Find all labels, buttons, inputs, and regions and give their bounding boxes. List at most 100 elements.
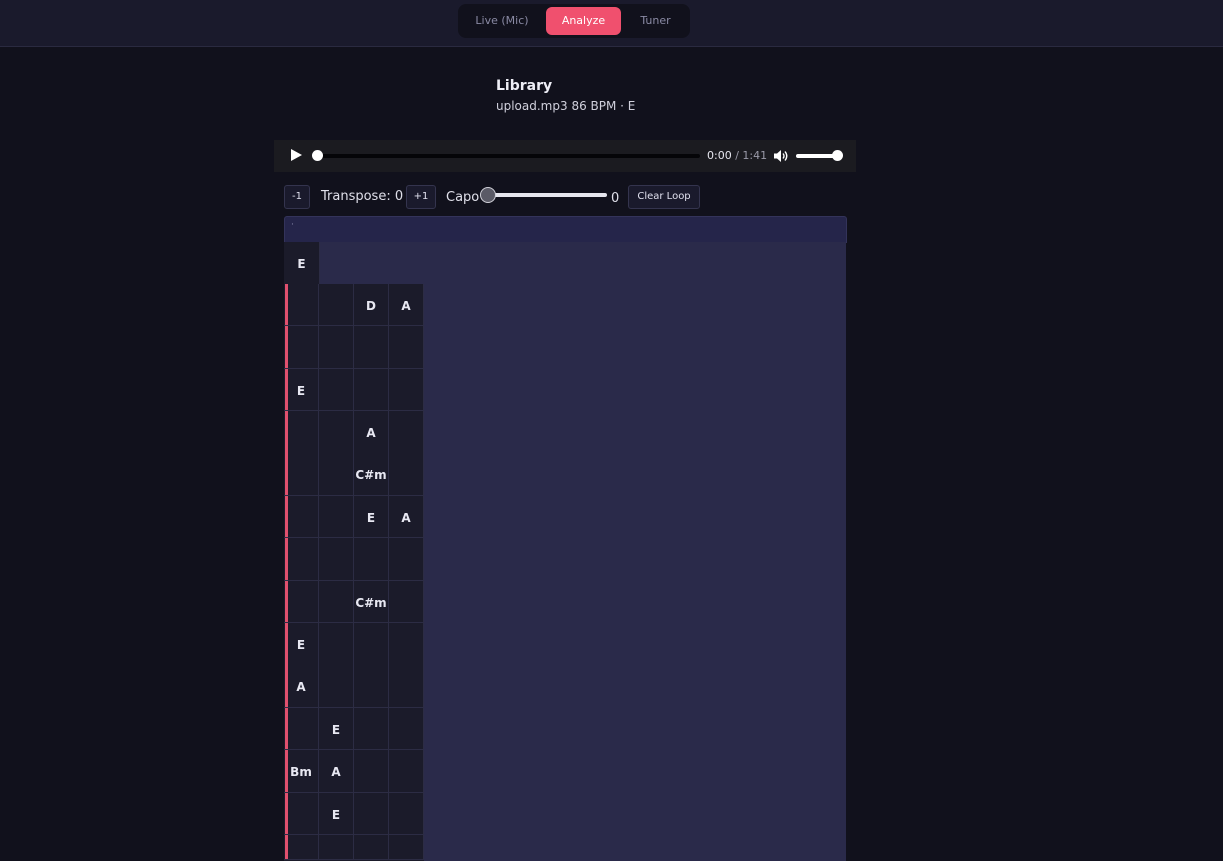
chord-cell[interactable]: E — [284, 242, 320, 284]
clear-loop-button[interactable]: Clear Loop — [628, 185, 700, 209]
chord-label: A — [401, 511, 411, 525]
chord-cell[interactable]: Bm — [284, 750, 319, 793]
chord-cell[interactable]: D — [354, 284, 389, 326]
chord-cell[interactable]: A — [389, 284, 424, 326]
chord-cell[interactable] — [389, 369, 424, 411]
chord-cell[interactable] — [319, 623, 354, 708]
chord-cell[interactable] — [284, 411, 319, 496]
transpose-up-button[interactable]: +1 — [406, 185, 436, 209]
chord-cell[interactable] — [389, 326, 424, 369]
track-meta: upload.mp3 86 BPM · E — [496, 99, 636, 113]
chord-cell[interactable] — [319, 496, 354, 538]
time-display: 0:00 / 1:41 — [707, 149, 767, 162]
chord-cell[interactable] — [319, 835, 354, 860]
loop-marker — [285, 581, 288, 622]
seek-knob[interactable] — [312, 150, 323, 161]
chord-label: E — [297, 257, 306, 271]
chord-cell[interactable] — [354, 623, 389, 708]
loop-marker — [285, 708, 288, 749]
chord-cell[interactable] — [284, 835, 319, 860]
chord-cell[interactable] — [354, 538, 389, 581]
chord-cell[interactable] — [284, 496, 319, 538]
transpose-down-button[interactable]: -1 — [284, 185, 310, 209]
mode-tabs: Live (Mic) Analyze Tuner — [458, 4, 690, 38]
top-bar: Live (Mic) Analyze Tuner — [0, 0, 1223, 47]
audio-player: 0:00 / 1:41 — [274, 140, 856, 172]
chord-label: C#m — [355, 468, 387, 482]
tab-tuner[interactable]: Tuner — [627, 7, 684, 35]
chord-label: D — [366, 299, 376, 313]
loop-marker — [285, 411, 288, 495]
chord-cell[interactable]: E — [354, 496, 389, 538]
chord-cell[interactable] — [284, 284, 319, 326]
chord-cell[interactable] — [284, 793, 319, 835]
chord-cell[interactable]: C#m — [354, 581, 389, 623]
sheet-header-text: · — [291, 220, 294, 230]
tab-live-mic[interactable]: Live (Mic) — [464, 7, 540, 35]
current-time: 0:00 — [707, 149, 732, 162]
chord-cell[interactable]: E — [319, 793, 354, 835]
chord-cell[interactable] — [319, 538, 354, 581]
chord-cell[interactable]: EA — [284, 623, 319, 708]
chord-grid: D A E A C#m E A C#m E A E Bm A E — [284, 284, 424, 861]
chord-cell[interactable] — [354, 708, 389, 750]
chord-cell[interactable] — [389, 750, 424, 793]
chord-label: A — [296, 680, 306, 694]
chord-cell[interactable] — [354, 369, 389, 411]
chord-cell[interactable] — [354, 793, 389, 835]
chord-cell[interactable] — [389, 623, 424, 708]
sheet-header: · — [284, 216, 847, 243]
capo-value: 0 — [611, 191, 620, 206]
chord-cell[interactable] — [284, 581, 319, 623]
chord-cell[interactable] — [319, 369, 354, 411]
chord-cell[interactable] — [389, 835, 424, 860]
capo-slider[interactable] — [487, 193, 607, 197]
chord-cell[interactable] — [354, 835, 389, 860]
seek-bar[interactable] — [316, 154, 700, 158]
chord-cell[interactable]: A — [319, 750, 354, 793]
chord-cell[interactable] — [389, 411, 424, 496]
time-separator: / — [735, 149, 739, 162]
chord-cell[interactable] — [319, 581, 354, 623]
chord-cell[interactable] — [389, 793, 424, 835]
chord-label: E — [296, 384, 306, 398]
chord-label: A — [401, 299, 411, 313]
volume-knob[interactable] — [832, 150, 843, 161]
loop-marker — [285, 538, 288, 580]
chord-cell[interactable] — [319, 284, 354, 326]
chord-cell[interactable] — [284, 708, 319, 750]
loop-marker — [285, 326, 288, 368]
loop-marker — [285, 835, 288, 859]
volume-icon[interactable] — [773, 149, 789, 163]
capo-knob[interactable] — [480, 187, 496, 203]
chord-label: E — [296, 638, 306, 652]
chord-cell[interactable] — [284, 326, 319, 369]
chord-cell[interactable]: A C#m — [354, 411, 389, 496]
chord-label: E — [366, 511, 376, 525]
chord-cell[interactable] — [389, 538, 424, 581]
chord-label: Bm — [290, 765, 312, 779]
loop-marker — [285, 496, 288, 537]
chord-label: C#m — [355, 596, 387, 610]
chord-label: A — [366, 426, 376, 440]
capo-label: Capo — [446, 190, 480, 205]
chord-cell[interactable] — [284, 538, 319, 581]
chord-cell[interactable]: E — [284, 369, 319, 411]
chord-cell[interactable]: A — [389, 496, 424, 538]
chord-label: A — [331, 765, 341, 779]
chord-label: E — [331, 808, 341, 822]
duration: 1:41 — [742, 149, 768, 162]
tab-analyze[interactable]: Analyze — [546, 7, 621, 35]
play-icon[interactable] — [291, 149, 302, 161]
chord-cell[interactable] — [354, 750, 389, 793]
library-title: Library — [496, 78, 553, 94]
loop-marker — [285, 369, 288, 410]
chord-cell[interactable] — [354, 326, 389, 369]
chord-cell[interactable] — [319, 411, 354, 496]
chord-cell[interactable]: E — [319, 708, 354, 750]
loop-marker — [285, 750, 288, 792]
chord-cell[interactable] — [389, 708, 424, 750]
chord-cell[interactable] — [389, 581, 424, 623]
loop-marker — [285, 284, 288, 325]
chord-cell[interactable] — [319, 326, 354, 369]
